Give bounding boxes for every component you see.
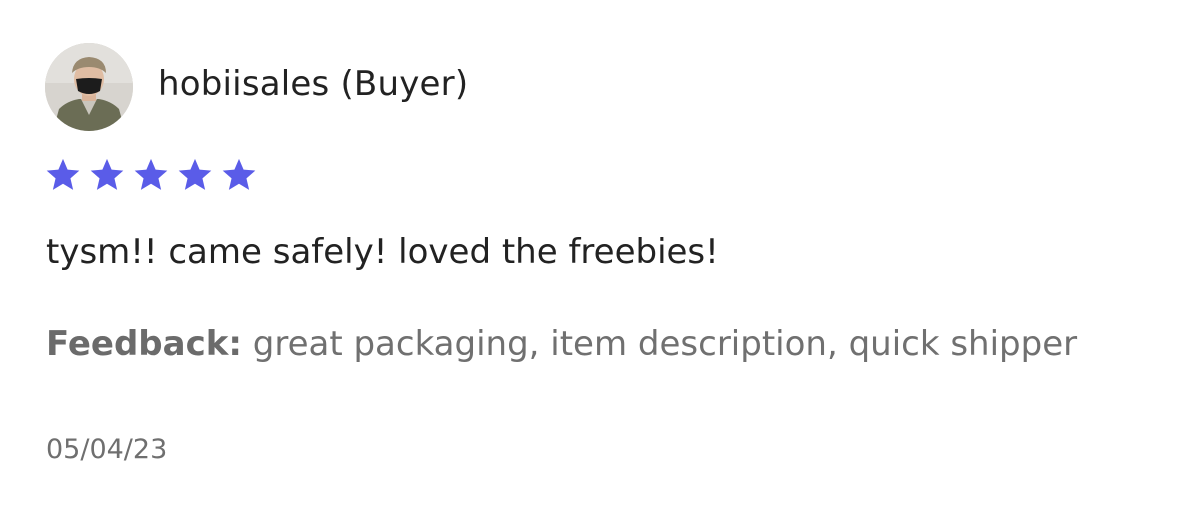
- star-rating: [44, 156, 258, 194]
- star-icon: [44, 156, 82, 194]
- star-icon: [220, 156, 258, 194]
- feedback-text: great packaging, item description, quick…: [252, 324, 1078, 364]
- review-header: hobiisales (Buyer): [45, 43, 468, 131]
- reviewer-name[interactable]: hobiisales (Buyer): [158, 64, 468, 104]
- review-date: 05/04/23: [46, 434, 168, 465]
- star-icon: [132, 156, 170, 194]
- star-icon: [176, 156, 214, 194]
- feedback-section: Feedback: great packaging, item descript…: [46, 314, 1126, 374]
- review-card: hobiisales (Buyer) tysm!! came safely! l…: [0, 0, 1200, 511]
- user-avatar-photo-icon: [45, 43, 133, 131]
- review-comment: tysm!! came safely! loved the freebies!: [46, 232, 719, 272]
- avatar[interactable]: [45, 43, 133, 131]
- star-icon: [88, 156, 126, 194]
- feedback-label: Feedback:: [46, 324, 242, 364]
